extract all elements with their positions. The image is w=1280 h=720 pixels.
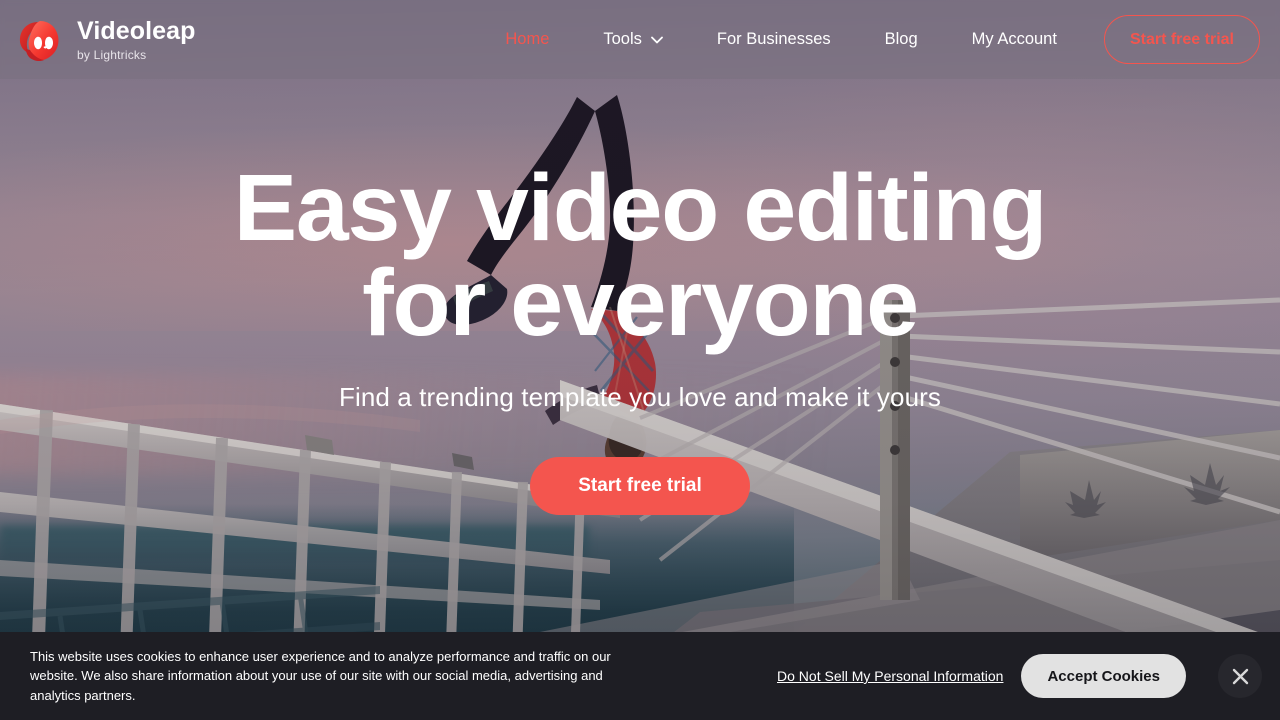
videoleap-fox-logo-icon <box>16 16 64 64</box>
close-banner-button[interactable] <box>1218 654 1262 698</box>
nav-link-tools[interactable]: Tools <box>576 30 690 49</box>
nav-links: Home Tools For Businesses Blog My Accoun… <box>478 15 1260 64</box>
nav-link-label: Home <box>505 30 550 48</box>
nav-link-my-account[interactable]: My Account <box>945 30 1084 49</box>
brand-logo[interactable]: Videoleap by Lightricks <box>16 16 196 64</box>
hero-start-free-trial-button[interactable]: Start free trial <box>530 456 750 515</box>
cookie-message: This website uses cookies to enhance use… <box>30 648 611 703</box>
cookie-actions: Do Not Sell My Personal Information Acce… <box>777 654 1262 698</box>
nav-start-free-trial-button[interactable]: Start free trial <box>1103 15 1260 64</box>
nav-link-label: Blog <box>884 30 918 48</box>
hero-section: Easy video editing for everyone Find a t… <box>0 0 1280 640</box>
chevron-down-icon <box>651 36 663 44</box>
close-icon <box>1232 668 1249 685</box>
nav-link-label: Tools <box>603 30 642 48</box>
cookie-consent-banner: This website uses cookies to enhance use… <box>0 632 1280 720</box>
do-not-sell-link[interactable]: Do Not Sell My Personal Information <box>777 668 1003 684</box>
nav-link-label: My Account <box>971 30 1057 48</box>
nav-link-home[interactable]: Home <box>478 30 576 49</box>
brand-name: Videoleap <box>77 16 196 45</box>
videoleap-landing-page: Videoleap by Lightricks Home Tools For B… <box>0 0 1280 720</box>
hero-subtitle: Find a trending template you love and ma… <box>339 381 941 412</box>
accept-cookies-button[interactable]: Accept Cookies <box>1021 654 1186 698</box>
hero-title: Easy video editing for everyone <box>233 155 1048 356</box>
nav-link-blog[interactable]: Blog <box>858 30 945 49</box>
brand-tagline: by Lightricks <box>77 47 147 62</box>
nav-link-for-businesses[interactable]: For Businesses <box>690 30 858 49</box>
nav-link-label: For Businesses <box>716 30 831 48</box>
top-navigation-bar: Videoleap by Lightricks Home Tools For B… <box>0 0 1280 79</box>
